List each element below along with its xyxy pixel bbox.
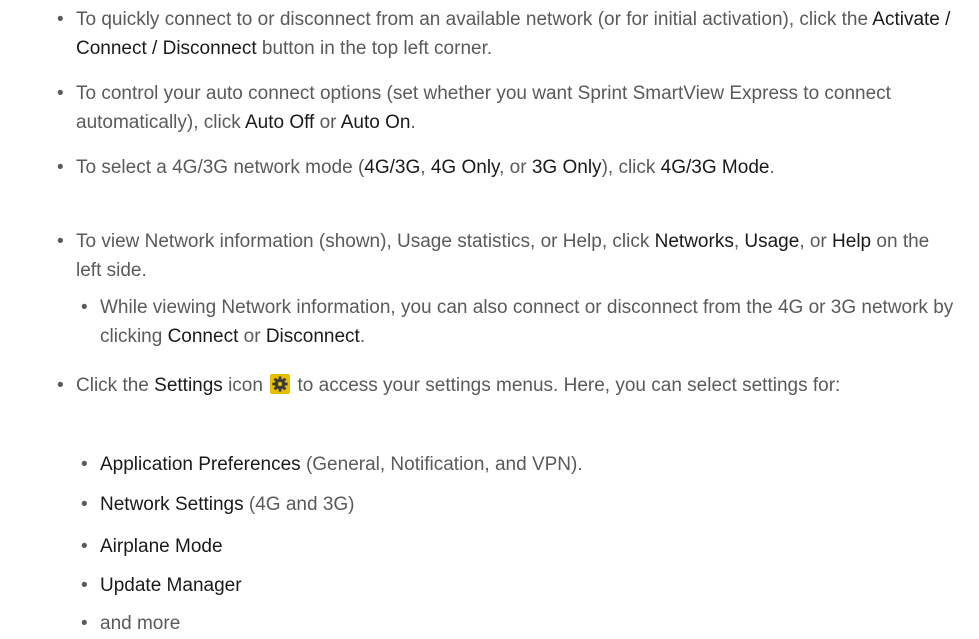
text: To quickly connect to or disconnect from… (76, 9, 873, 30)
list-item-connect: • To quickly connect to or disconnect fr… (0, 5, 956, 63)
text: button in the top left corner. (256, 38, 493, 59)
bullet: • (81, 536, 88, 557)
mode-3g-only: 3G Only (531, 157, 602, 178)
text: (General, Notification, and VPN). (300, 454, 583, 475)
list-item-view-info: • To view Network information (shown), U… (0, 227, 956, 285)
bullet: • (57, 231, 64, 252)
text: , or (799, 231, 833, 252)
text: and more (100, 613, 181, 634)
text: (4G and 3G) (243, 494, 355, 515)
tab-name-usage: Usage (744, 231, 800, 252)
list-subitem-network-info: • While viewing Network information, you… (0, 293, 960, 351)
bullet: • (81, 575, 88, 596)
setting-network-settings: Network Settings (100, 494, 244, 515)
button-name-mode: 4G/3G Mode (660, 157, 770, 178)
mode-4g-only: 4G Only (430, 157, 500, 178)
bullet: • (57, 9, 64, 30)
text: icon (222, 375, 269, 396)
bullet: • (57, 83, 64, 104)
bullet: • (57, 375, 64, 396)
text: To view Network information (shown), Usa… (76, 231, 655, 252)
list-subitem-network-settings: • Network Settings (4G and 3G) (0, 490, 960, 519)
button-name-auto-on: Auto On (340, 112, 411, 133)
setting-app-preferences: Application Preferences (100, 454, 301, 475)
text: , (420, 157, 431, 178)
button-name-connect: Connect (167, 326, 239, 347)
text: ), click (601, 157, 661, 178)
text: . (359, 326, 366, 347)
list-subitem-more: • and more (0, 609, 960, 638)
bullet: • (81, 494, 88, 515)
text: to access your settings menus. Here, you… (292, 375, 841, 396)
text: . (410, 112, 416, 133)
document-page: • To quickly connect to or disconnect fr… (0, 0, 979, 639)
list-subitem-update: • Update Manager (0, 571, 960, 600)
bullet: • (81, 454, 88, 475)
text: or (314, 112, 341, 133)
list-item-network-mode: • To select a 4G/3G network mode (4G/3G,… (0, 153, 956, 182)
text: or (238, 326, 266, 347)
settings-name: Settings (154, 375, 223, 396)
setting-update-manager: Update Manager (100, 575, 242, 596)
text: , (733, 231, 745, 252)
list-item-settings: • Click the Settings icon to access your… (0, 371, 956, 400)
setting-airplane-mode: Airplane Mode (100, 536, 223, 557)
text: . (769, 157, 775, 178)
mode-4g3g: 4G/3G (364, 157, 421, 178)
text: To control your auto connect options (se… (76, 83, 891, 133)
list-item-auto-connect: • To control your auto connect options (… (0, 79, 956, 137)
bullet: • (81, 297, 88, 318)
text: Click the (76, 375, 155, 396)
tab-name-help: Help (832, 231, 872, 252)
bullet: • (81, 613, 88, 634)
button-name-disconnect: Disconnect (265, 326, 360, 347)
settings-gear-icon (270, 374, 291, 394)
bullet: • (57, 157, 64, 178)
text: , or (499, 157, 532, 178)
tab-name-networks: Networks (654, 231, 734, 252)
text: To select a 4G/3G network mode ( (76, 157, 365, 178)
list-subitem-app-prefs: • Application Preferences (General, Noti… (0, 450, 960, 479)
list-subitem-airplane: • Airplane Mode (0, 532, 960, 561)
button-name-auto-off: Auto Off (244, 112, 315, 133)
